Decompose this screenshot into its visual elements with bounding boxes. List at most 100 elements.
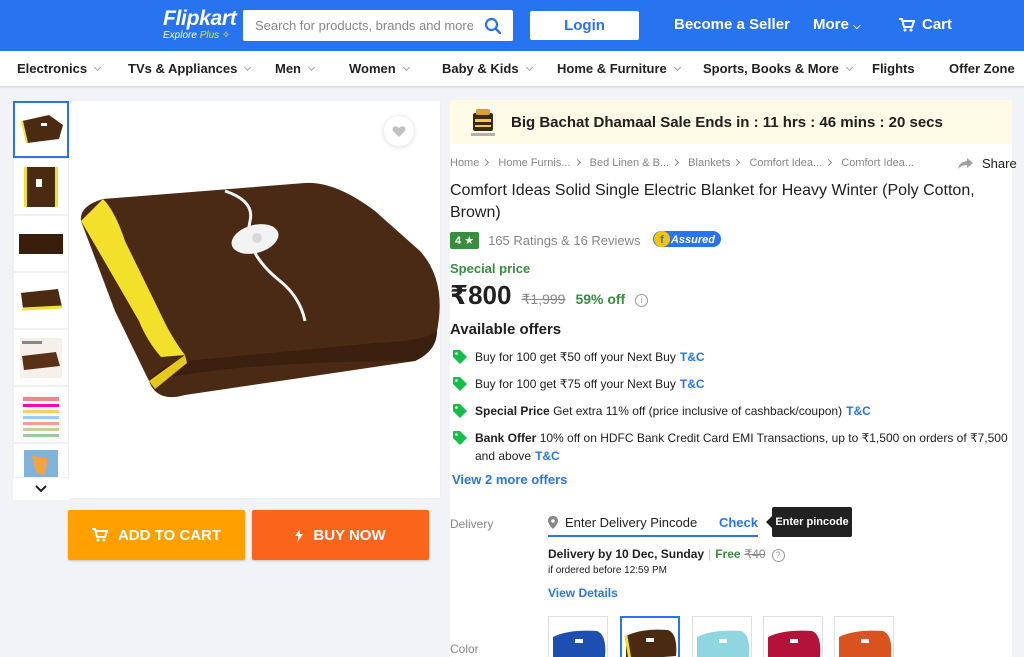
heart-icon bbox=[392, 125, 406, 137]
terms-link[interactable]: T&C bbox=[846, 404, 871, 418]
breadcrumb-item[interactable]: Comfort Idea... bbox=[749, 157, 822, 169]
color-swatch-light-blue[interactable] bbox=[692, 616, 752, 657]
pincode-input[interactable] bbox=[564, 514, 715, 530]
check-pincode-button[interactable]: Check bbox=[719, 515, 758, 530]
logo-sub-explore: Explore bbox=[163, 30, 197, 41]
more-label: More bbox=[813, 16, 849, 33]
lightning-icon bbox=[295, 528, 304, 542]
category-home-furniture[interactable]: Home & Furniture bbox=[557, 61, 681, 76]
thumbnail-2[interactable] bbox=[13, 158, 69, 215]
ratings-reviews-count[interactable]: 165 Ratings & 16 Reviews bbox=[488, 233, 640, 248]
buy-now-button[interactable]: BUY NOW bbox=[252, 510, 429, 560]
color-swatch-red[interactable] bbox=[763, 616, 823, 657]
logo-subtext: Explore Plus ✧ bbox=[163, 30, 233, 42]
offer-tag-icon bbox=[453, 350, 467, 364]
terms-link[interactable]: T&C bbox=[535, 449, 560, 463]
wishlist-button[interactable] bbox=[383, 115, 415, 147]
search-input[interactable] bbox=[243, 10, 473, 41]
category-offer-zone[interactable]: Offer Zone bbox=[949, 61, 1015, 76]
category-label: Women bbox=[349, 61, 396, 76]
category-baby-kids[interactable]: Baby & Kids bbox=[442, 61, 533, 76]
delivery-label: Delivery bbox=[450, 517, 494, 531]
product-details: Big Bachat Dhamaal Sale Ends in : 11 hrs… bbox=[450, 100, 1017, 657]
available-offers-heading: Available offers bbox=[450, 321, 562, 338]
help-icon[interactable]: ? bbox=[771, 548, 785, 562]
original-price: ₹1,999 bbox=[521, 291, 566, 307]
category-label: Sports, Books & More bbox=[703, 61, 839, 76]
category-sports-books[interactable]: Sports, Books & More bbox=[703, 61, 853, 76]
delivery-cutoff: if ordered before 12:59 PM bbox=[548, 565, 667, 576]
view-more-offers-link[interactable]: View 2 more offers bbox=[452, 472, 567, 487]
delivery-estimate: Delivery by 10 Dec, Sunday | Free ₹40? bbox=[548, 547, 785, 562]
chevron-right-icon bbox=[482, 158, 490, 167]
more-menu[interactable]: More ⌵ bbox=[813, 16, 861, 33]
thumbnail-1[interactable] bbox=[13, 101, 69, 158]
category-label: Home & Furniture bbox=[557, 61, 667, 76]
thumbnail-4[interactable] bbox=[13, 272, 69, 329]
logo-text: Flipkart bbox=[163, 7, 237, 30]
category-electronics[interactable]: Electronics bbox=[17, 61, 102, 76]
category-label: TVs & Appliances bbox=[128, 61, 238, 76]
thumbnail-7[interactable] bbox=[13, 443, 69, 478]
thumbnails-scroll-down[interactable] bbox=[13, 478, 69, 500]
breadcrumb-item[interactable]: Blankets bbox=[688, 157, 730, 169]
thumbnail-6[interactable] bbox=[13, 386, 69, 443]
add-to-cart-button[interactable]: ADD TO CART bbox=[68, 510, 245, 560]
star-icon: ★ bbox=[464, 235, 475, 247]
thumbnail-3[interactable] bbox=[13, 215, 69, 272]
chevron-down-icon: ⌵ bbox=[853, 21, 861, 32]
assured-label: Assured bbox=[670, 234, 715, 246]
category-tvs-appliances[interactable]: TVs & Appliances bbox=[128, 61, 252, 76]
discount-percent: 59% off bbox=[575, 291, 626, 307]
become-seller-link[interactable]: Become a Seller bbox=[674, 16, 790, 33]
chevron-right-icon bbox=[825, 158, 833, 167]
rating-badge[interactable]: 4 ★ bbox=[450, 232, 480, 249]
chevron-down-icon bbox=[525, 63, 533, 72]
logo-sub-plus: Plus bbox=[199, 30, 220, 41]
special-price-label: Special price bbox=[450, 261, 531, 276]
offer-item: Buy for 100 get ₹50 off your Next Buy T&C bbox=[450, 348, 1010, 366]
breadcrumb-item[interactable]: Comfort Idea... bbox=[841, 157, 914, 169]
info-icon[interactable]: i bbox=[635, 293, 649, 307]
chevron-down-icon bbox=[94, 63, 102, 72]
delivery-charge-strike: ₹40 bbox=[744, 547, 766, 561]
offer-type: Special Price bbox=[475, 404, 550, 418]
login-button[interactable]: Login bbox=[530, 11, 639, 40]
sale-banner: Big Bachat Dhamaal Sale Ends in : 11 hrs… bbox=[450, 100, 1012, 144]
view-details-link[interactable]: View Details bbox=[548, 586, 618, 600]
share-icon bbox=[958, 158, 973, 169]
color-swatch-blue[interactable] bbox=[548, 616, 608, 657]
thumbnail-5[interactable] bbox=[13, 329, 69, 386]
chevron-right-icon bbox=[573, 158, 581, 167]
category-women[interactable]: Women bbox=[349, 61, 410, 76]
svg-text:f: f bbox=[660, 234, 664, 246]
offer-text: Buy for 100 get ₹50 off your Next Buy bbox=[475, 350, 676, 364]
pincode-field: Check bbox=[548, 509, 758, 537]
terms-link[interactable]: T&C bbox=[680, 377, 705, 391]
color-label: Color bbox=[450, 642, 479, 656]
color-swatch-orange[interactable] bbox=[834, 616, 894, 657]
pincode-tooltip: Enter pincode bbox=[766, 507, 852, 537]
category-men[interactable]: Men bbox=[275, 61, 316, 76]
cart-link[interactable]: Cart bbox=[899, 16, 952, 33]
breadcrumb-item[interactable]: Home bbox=[450, 157, 479, 169]
sale-countdown-text: Big Bachat Dhamaal Sale Ends in : 11 hrs… bbox=[511, 113, 943, 131]
category-flights[interactable]: Flights bbox=[872, 61, 915, 76]
breadcrumb: Home Home Furnis... Bed Linen & B... Bla… bbox=[450, 157, 914, 169]
share-button[interactable]: Share bbox=[958, 156, 1017, 171]
search-bar bbox=[243, 10, 513, 41]
chevron-right-icon bbox=[672, 158, 680, 167]
plus-icon: ✧ bbox=[219, 30, 231, 41]
category-label: Electronics bbox=[17, 61, 88, 76]
color-swatch-brown[interactable] bbox=[620, 616, 680, 657]
flipkart-logo[interactable]: Flipkart Explore Plus ✧ bbox=[163, 7, 237, 42]
search-icon[interactable] bbox=[473, 10, 513, 41]
breadcrumb-item[interactable]: Bed Linen & B... bbox=[590, 157, 670, 169]
terms-link[interactable]: T&C bbox=[680, 350, 705, 364]
category-nav: Electronics TVs & Appliances Men Women B… bbox=[0, 51, 1024, 87]
offer-item: Bank Offer 10% off on HDFC Bank Credit C… bbox=[450, 429, 1010, 465]
delivery-date: Delivery by 10 Dec, Sunday bbox=[548, 547, 705, 561]
breadcrumb-item[interactable]: Home Furnis... bbox=[498, 157, 570, 169]
cart-icon bbox=[899, 17, 915, 31]
offer-text: Buy for 100 get ₹75 off your Next Buy bbox=[475, 377, 676, 391]
